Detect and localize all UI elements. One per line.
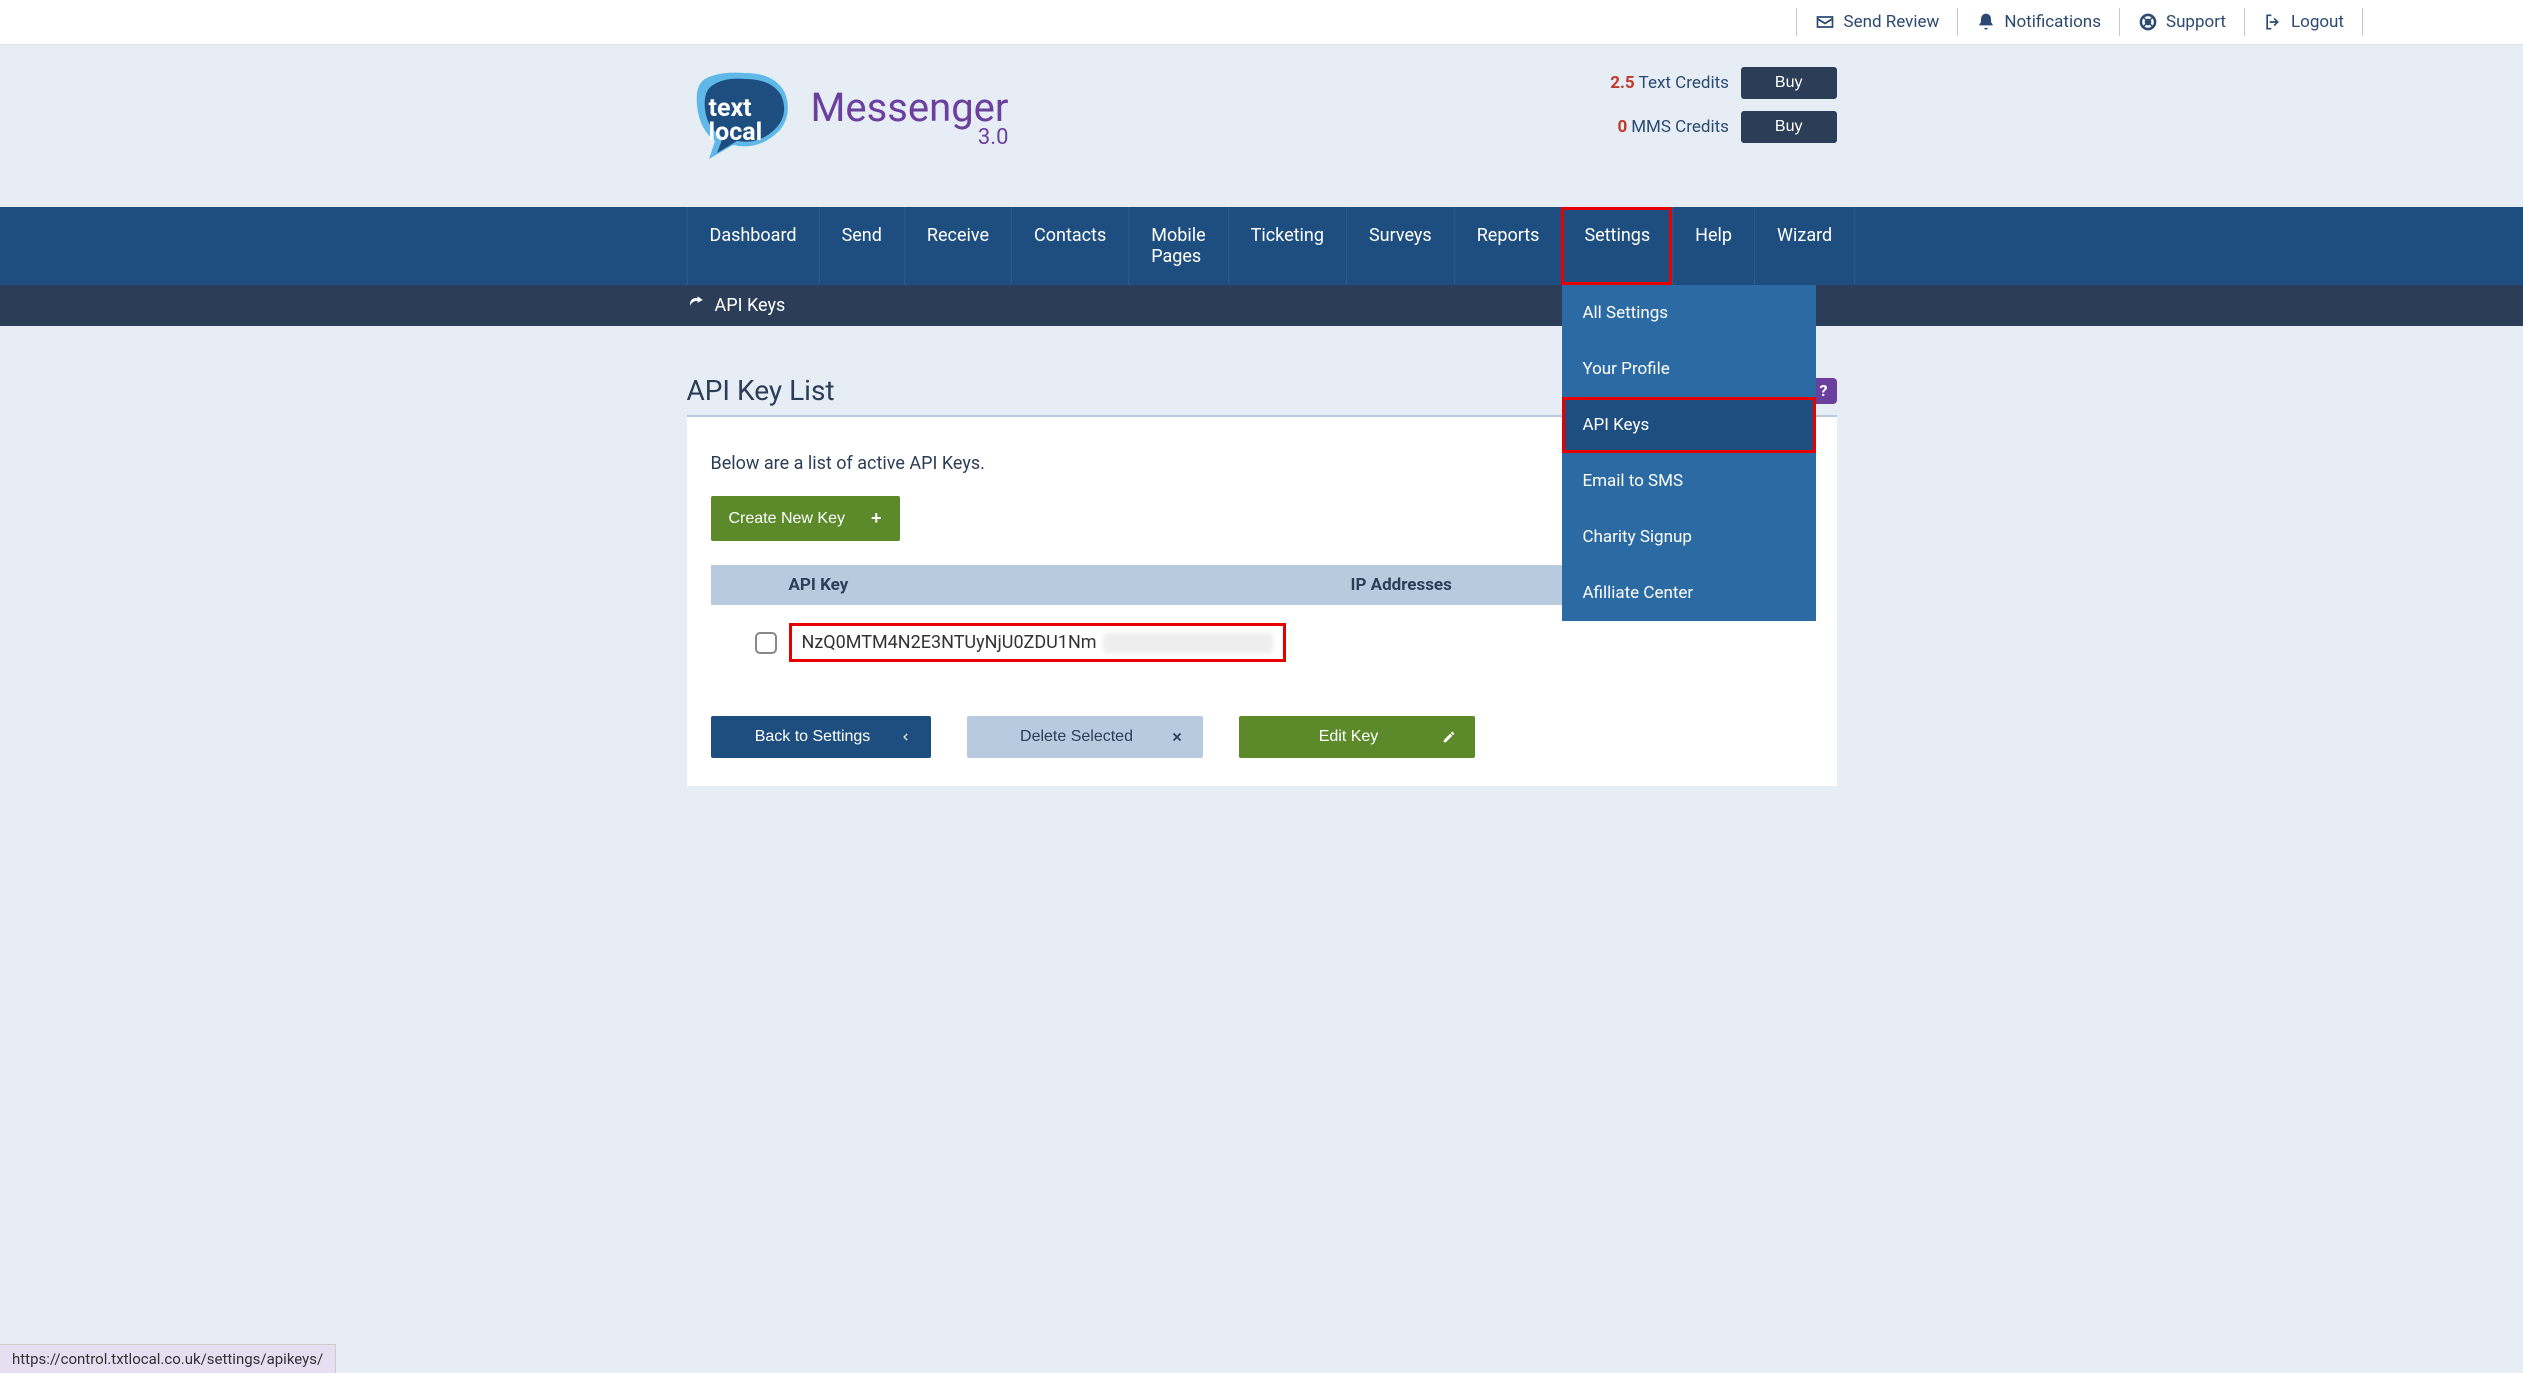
logo[interactable]: text local Messenger 3.0	[687, 67, 1009, 167]
page-title: API Key List	[687, 374, 835, 407]
text-credits-num: 2.5	[1610, 73, 1634, 93]
col-api-key: API Key	[731, 575, 1351, 595]
notifications-label: Notifications	[2004, 12, 2101, 32]
nav-contacts[interactable]: Contacts	[1011, 207, 1128, 285]
support-link[interactable]: Support	[2119, 8, 2244, 36]
header: text local Messenger 3.0 2.5 Text Credit…	[0, 45, 2523, 207]
topbar: Send Review Notifications Support Logout	[0, 0, 2523, 45]
mms-credits-label: MMS Credits	[1631, 117, 1729, 137]
nav-dashboard[interactable]: Dashboard	[687, 207, 819, 285]
plus-icon: +	[871, 508, 882, 529]
logout-link[interactable]: Logout	[2244, 8, 2363, 36]
nav-wizard[interactable]: Wizard	[1754, 207, 1855, 285]
api-key-value: NzQ0MTM4N2E3NTUyNjU0ZDU1Nm	[802, 632, 1097, 653]
status-bar: https://control.txtlocal.co.uk/settings/…	[0, 1344, 336, 1373]
back-label: Back to Settings	[729, 728, 897, 746]
create-new-key-button[interactable]: Create New Key +	[711, 496, 900, 541]
notifications-link[interactable]: Notifications	[1957, 8, 2119, 36]
dropdown-all-settings[interactable]: All Settings	[1562, 285, 1816, 341]
nav-settings[interactable]: Settings All Settings Your Profile API K…	[1561, 207, 1672, 285]
envelope-icon	[1815, 12, 1835, 32]
action-row: Back to Settings Delete Selected Edit Ke…	[711, 716, 1813, 758]
settings-dropdown: All Settings Your Profile API Keys Email…	[1562, 285, 1816, 621]
nav-surveys[interactable]: Surveys	[1346, 207, 1454, 285]
buy-text-credits-button[interactable]: Buy	[1741, 67, 1837, 99]
nav-help[interactable]: Help	[1672, 207, 1754, 285]
nav-ticketing[interactable]: Ticketing	[1228, 207, 1346, 285]
edit-label: Edit Key	[1257, 728, 1441, 746]
main-nav: Dashboard Send Receive Contacts Mobile P…	[0, 207, 2523, 285]
bell-icon	[1976, 12, 1996, 32]
logout-icon	[2263, 12, 2283, 32]
api-key-cell: NzQ0MTM4N2E3NTUyNjU0ZDU1Nm	[789, 623, 1286, 662]
row-checkbox[interactable]	[755, 632, 777, 654]
nav-reports[interactable]: Reports	[1454, 207, 1562, 285]
pencil-icon	[1441, 730, 1457, 744]
dropdown-email-to-sms[interactable]: Email to SMS	[1562, 453, 1816, 509]
brand-title: Messenger	[811, 84, 1009, 131]
text-credits-label: Text Credits	[1639, 73, 1729, 93]
breadcrumb-text: API Keys	[715, 295, 786, 316]
dropdown-your-profile[interactable]: Your Profile	[1562, 341, 1816, 397]
send-review-link[interactable]: Send Review	[1796, 8, 1957, 36]
nav-send[interactable]: Send	[819, 207, 904, 285]
nav-receive[interactable]: Receive	[904, 207, 1011, 285]
chevron-left-icon	[897, 730, 913, 744]
buy-mms-credits-button[interactable]: Buy	[1741, 111, 1837, 143]
breadcrumb-bar: API Keys	[0, 285, 2523, 326]
lifering-icon	[2138, 12, 2158, 32]
logout-label: Logout	[2291, 12, 2344, 32]
logo-badge: text local	[687, 67, 797, 167]
support-label: Support	[2166, 12, 2226, 32]
mms-credits-num: 0	[1617, 117, 1627, 137]
dropdown-affiliate-center[interactable]: Afilliate Center	[1562, 565, 1816, 621]
nav-mobile-pages[interactable]: Mobile Pages	[1128, 207, 1227, 285]
dropdown-charity-signup[interactable]: Charity Signup	[1562, 509, 1816, 565]
share-icon	[687, 294, 705, 317]
credits-block: 2.5 Text Credits Buy 0 MMS Credits Buy	[1610, 67, 1836, 155]
close-icon	[1169, 730, 1185, 744]
edit-key-button[interactable]: Edit Key	[1239, 716, 1475, 758]
send-review-label: Send Review	[1843, 12, 1939, 32]
logo-text-2: local	[709, 118, 763, 147]
api-key-redacted	[1103, 633, 1273, 653]
back-to-settings-button[interactable]: Back to Settings	[711, 716, 931, 758]
create-new-key-label: Create New Key	[729, 510, 846, 528]
nav-settings-label: Settings	[1584, 225, 1650, 246]
delete-label: Delete Selected	[985, 728, 1169, 746]
delete-selected-button[interactable]: Delete Selected	[967, 716, 1203, 758]
dropdown-api-keys[interactable]: API Keys	[1562, 397, 1816, 453]
